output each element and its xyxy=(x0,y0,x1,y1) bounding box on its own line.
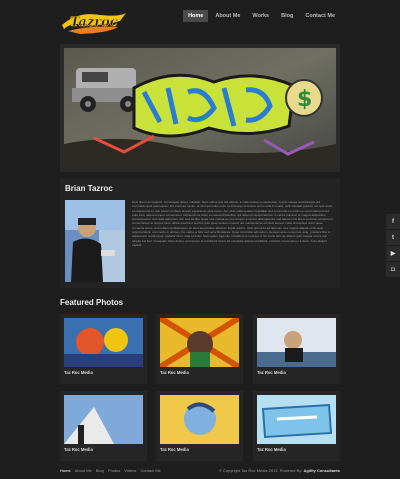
header: Tazroc Home About Me Works Blog Contact … xyxy=(0,0,400,42)
nav-blog[interactable]: Blog xyxy=(276,10,298,22)
footer-link-photos[interactable]: Photos xyxy=(108,468,120,473)
nav-about-me[interactable]: About Me xyxy=(210,10,245,22)
footer-link-about-me[interactable]: About Me xyxy=(75,468,92,473)
bio-text: Duis libero ac ingentis. Consequat dolor… xyxy=(132,200,333,247)
footer-link-home[interactable]: Home xyxy=(60,468,71,473)
featured-photo xyxy=(160,318,239,367)
svg-text:$: $ xyxy=(297,87,312,112)
featured-caption: Taz Roc Media xyxy=(64,447,93,452)
featured-photo xyxy=(257,395,336,444)
social-bar: f t ▶ ◘ xyxy=(386,214,400,278)
logo[interactable]: Tazroc xyxy=(60,7,128,37)
bio-title: Brian Tazroc xyxy=(65,184,113,193)
featured-photo xyxy=(257,318,336,367)
featured-card[interactable]: Taz Roc Media xyxy=(60,314,147,384)
featured-photo xyxy=(64,395,143,444)
featured-caption: Taz Roc Media xyxy=(160,370,189,375)
featured-card[interactable]: Taz Roc Media xyxy=(253,314,340,384)
featured-card[interactable]: Taz Roc Media xyxy=(253,391,340,461)
featured-caption: Taz Roc Media xyxy=(257,447,286,452)
footer-link-contact-me[interactable]: Contact Me xyxy=(140,468,160,473)
featured-caption: Taz Roc Media xyxy=(160,447,189,452)
featured-photo xyxy=(160,395,239,444)
copyright: © Copyright Taz Roc Media 2013. Powered … xyxy=(219,468,340,473)
featured-caption: Taz Roc Media xyxy=(257,370,286,375)
main-nav: Home About Me Works Blog Contact Me xyxy=(183,10,340,22)
nav-home[interactable]: Home xyxy=(183,10,209,22)
bio-photo xyxy=(65,200,125,282)
featured-photo xyxy=(64,318,143,367)
twitter-icon[interactable]: t xyxy=(386,230,400,245)
featured-card[interactable]: Taz Roc Media xyxy=(156,391,243,461)
hero-banner: $ xyxy=(60,44,340,172)
nav-works[interactable]: Works xyxy=(247,10,274,22)
footer-link-blog[interactable]: Blog xyxy=(96,468,104,473)
instagram-icon[interactable]: ◘ xyxy=(386,262,400,277)
footer-link-videos[interactable]: Videos xyxy=(124,468,136,473)
featured-card[interactable]: Taz Roc Media xyxy=(60,391,147,461)
powered-by-link[interactable]: Agility Consultants xyxy=(304,468,340,473)
bio-section: Brian Tazroc Duis libero ac ingentis. Co… xyxy=(60,178,340,288)
featured-caption: Taz Roc Media xyxy=(64,370,93,375)
copyright-text: © Copyright Taz Roc Media 2013. Powered … xyxy=(218,468,304,473)
footer-nav: Home About Me Blog Photos Videos Contact… xyxy=(60,468,161,473)
facebook-icon[interactable]: f xyxy=(386,214,400,229)
graffiti-banner-image: $ xyxy=(64,48,336,168)
nav-contact-me[interactable]: Contact Me xyxy=(300,10,340,22)
youtube-icon[interactable]: ▶ xyxy=(386,246,400,261)
svg-text:Tazroc: Tazroc xyxy=(70,15,118,30)
featured-title: Featured Photos xyxy=(60,298,124,307)
featured-card[interactable]: Taz Roc Media xyxy=(156,314,243,384)
